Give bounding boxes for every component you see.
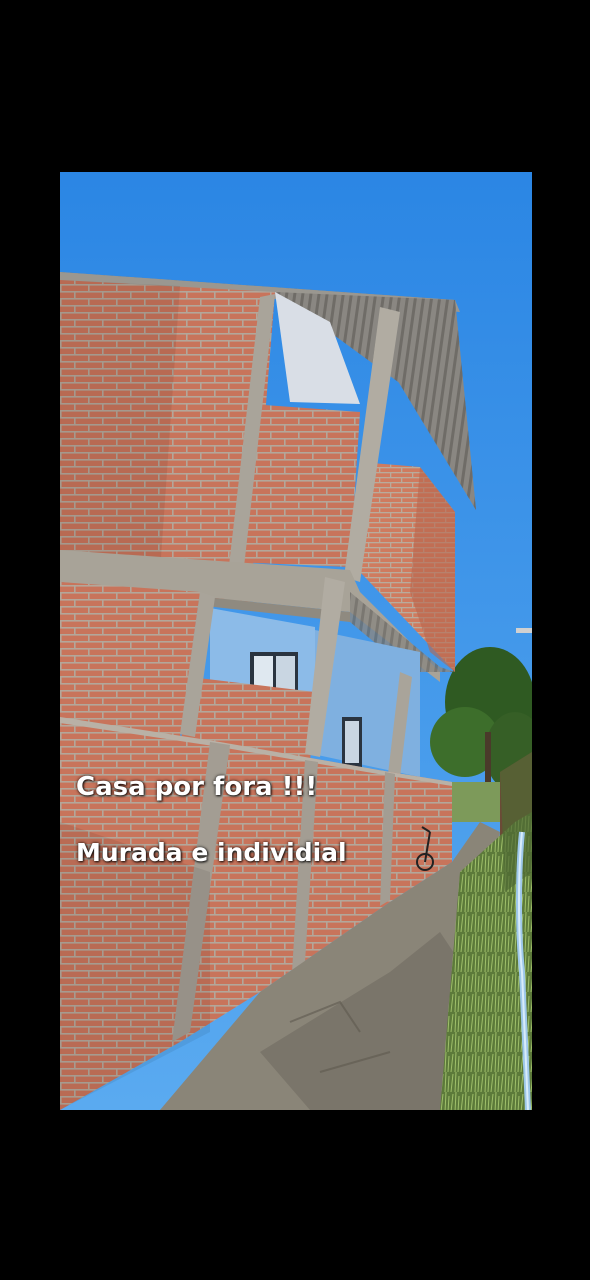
caption-line-1: Casa por fora !!! [76,772,318,802]
house-illustration [60,172,532,1110]
house-photo [60,172,532,1110]
window [342,717,362,767]
caption-line-2: Murada e individial [76,838,347,867]
